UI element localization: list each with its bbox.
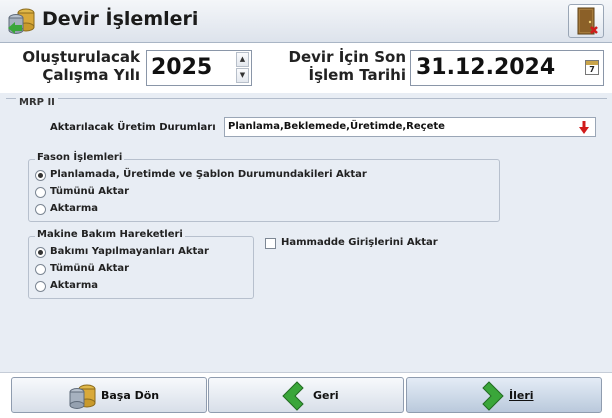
- footer-bar: Başa Dön Geri İleri: [0, 372, 612, 418]
- production-status-combo[interactable]: Planlama,Beklemede,Üretimde,Reçete: [224, 117, 596, 137]
- date-value: 31.12.2024: [416, 55, 556, 80]
- exit-door-icon: [577, 7, 598, 35]
- radio-icon: [35, 281, 46, 292]
- radio-icon: [35, 264, 46, 275]
- next-button-label: İleri: [509, 389, 534, 402]
- raw-material-checkbox[interactable]: Hammadde Girişlerini Aktar: [265, 237, 438, 249]
- fason-group-title: Fason İşlemleri: [35, 152, 125, 163]
- home-button-label: Başa Dön: [101, 389, 160, 402]
- spin-down-button[interactable]: ▼: [236, 68, 249, 83]
- arrow-right-icon: [482, 381, 504, 411]
- date-label-line2: İşlem Tarihi: [308, 66, 406, 84]
- devir-window: Devir İşlemleri Oluşturulacak Çalışma Yı…: [0, 0, 612, 418]
- mrp-title: MRP II: [16, 97, 58, 108]
- fason-radio-option-1[interactable]: Planlamada, Üretimde ve Şablon Durumunda…: [35, 168, 367, 182]
- year-label: Oluşturulacak Çalışma Yılı: [20, 48, 140, 84]
- title-bar: Devir İşlemleri: [0, 0, 612, 43]
- radio-icon: [35, 187, 46, 198]
- back-button[interactable]: Geri: [208, 377, 404, 413]
- back-button-label: Geri: [313, 389, 339, 402]
- home-button[interactable]: Başa Dön: [11, 377, 207, 413]
- maintenance-option-1-label: Bakımı Yapılmayanları Aktar: [50, 246, 209, 257]
- dropdown-arrow-icon[interactable]: [579, 121, 589, 134]
- year-label-line1: Oluşturulacak: [22, 48, 140, 66]
- calendar-icon[interactable]: 7: [585, 60, 599, 75]
- production-status-value: Planlama,Beklemede,Üretimde,Reçete: [228, 121, 445, 132]
- spin-up-button[interactable]: ▲: [236, 52, 249, 67]
- window-title: Devir İşlemleri: [42, 8, 199, 30]
- date-input[interactable]: 31.12.2024 7: [410, 50, 604, 86]
- fason-radio-option-2[interactable]: Tümünü Aktar: [35, 185, 129, 199]
- radio-selected-icon: [35, 247, 46, 258]
- database-transfer-icon: [8, 8, 35, 34]
- date-label: Devir İçin Son İşlem Tarihi: [262, 48, 406, 84]
- year-value: 2025: [151, 55, 213, 80]
- arrow-left-icon: [282, 381, 304, 411]
- radio-icon: [35, 204, 46, 215]
- database-home-icon: [69, 384, 96, 409]
- maintenance-option-3-label: Aktarma: [50, 280, 99, 291]
- radio-selected-icon: [35, 170, 46, 181]
- fason-option-2-label: Tümünü Aktar: [50, 186, 130, 197]
- year-spin-input[interactable]: 2025 ▲ ▼: [146, 50, 252, 86]
- next-button[interactable]: İleri: [406, 377, 602, 413]
- exit-button[interactable]: [568, 4, 604, 38]
- maintenance-radio-option-2[interactable]: Tümünü Aktar: [35, 262, 129, 276]
- fason-option-3-label: Aktarma: [50, 203, 99, 214]
- calendar-icon-day: 7: [589, 65, 595, 74]
- maintenance-radio-option-3[interactable]: Aktarma: [35, 279, 98, 293]
- fason-radio-option-3[interactable]: Aktarma: [35, 202, 98, 216]
- checkbox-icon: [265, 238, 276, 249]
- date-label-line1: Devir İçin Son: [288, 48, 406, 66]
- year-label-line2: Çalışma Yılı: [42, 66, 140, 84]
- maintenance-group-title: Makine Bakım Hareketleri: [35, 229, 185, 240]
- production-status-label: Aktarılacak Üretim Durumları: [50, 122, 216, 133]
- fason-option-1-label: Planlamada, Üretimde ve Şablon Durumunda…: [50, 169, 367, 180]
- maintenance-radio-option-1[interactable]: Bakımı Yapılmayanları Aktar: [35, 245, 209, 259]
- raw-material-checkbox-label: Hammadde Girişlerini Aktar: [281, 237, 438, 248]
- maintenance-option-2-label: Tümünü Aktar: [50, 263, 130, 274]
